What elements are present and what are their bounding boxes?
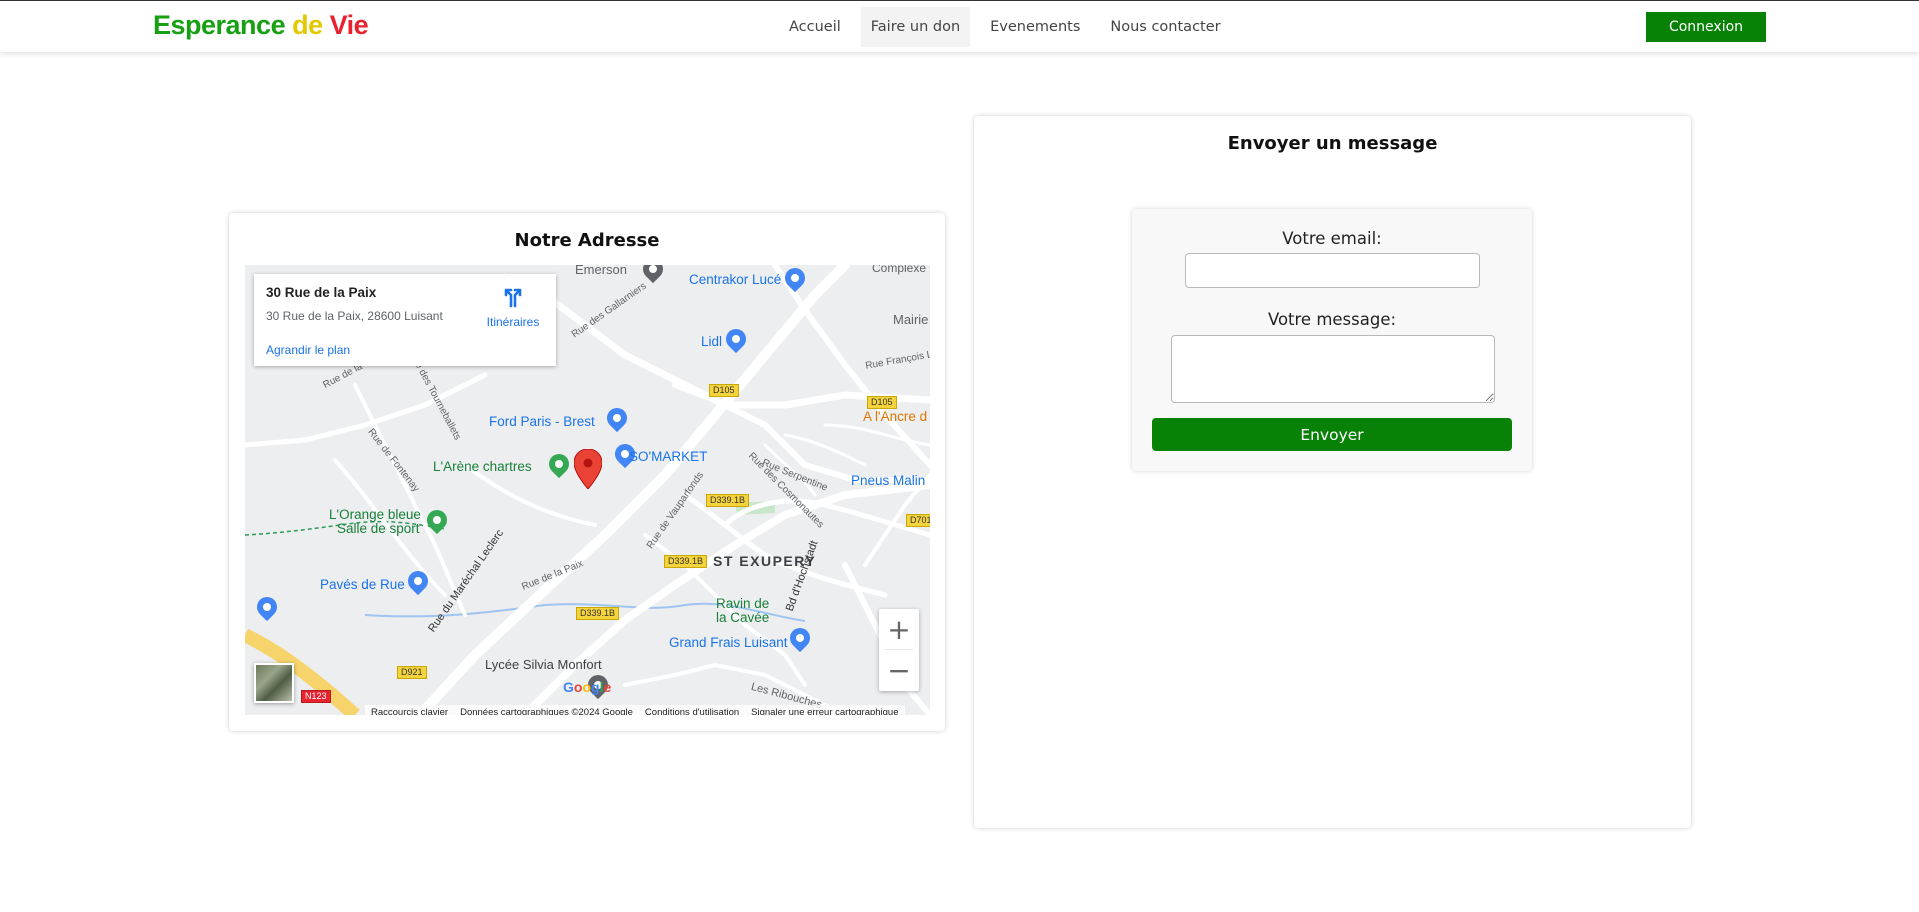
poi-label[interactable]: A l'Ancre d xyxy=(863,409,927,424)
message-textarea[interactable] xyxy=(1171,335,1495,403)
report-error-link[interactable]: Signaler une erreur cartographique xyxy=(745,707,904,716)
message-title: Envoyer un message xyxy=(1227,133,1438,154)
directions-button[interactable]: Itinéraires xyxy=(480,286,546,329)
road-badge: D105 xyxy=(867,396,897,409)
poi-label[interactable]: SO'MARKET xyxy=(629,449,707,464)
poi-label[interactable]: Lidl xyxy=(701,334,722,349)
poi-label[interactable]: la Cavée xyxy=(716,611,769,625)
address-title: Notre Adresse xyxy=(514,230,660,251)
poi-label[interactable]: Ravin de xyxy=(716,597,769,611)
contact-form: Votre email: Votre message: Envoyer xyxy=(1132,209,1532,471)
road-badge: D339.1B xyxy=(706,494,750,507)
email-label: Votre email: xyxy=(1282,229,1382,248)
place-name: 30 Rue de la Paix xyxy=(266,285,377,300)
directions-label: Itinéraires xyxy=(486,315,540,329)
poi-label: Complexe Henri xyxy=(872,265,930,275)
google-logo: Google xyxy=(563,679,612,695)
terms-link[interactable]: Conditions d'utilisation xyxy=(639,707,745,716)
brand-logo[interactable]: Esperance de Vie xyxy=(153,10,369,41)
address-card: Notre Adresse Rue des Gallarniers Rue de… xyxy=(229,213,945,731)
message-label: Votre message: xyxy=(1267,310,1397,329)
brand-part-2: de xyxy=(292,10,323,40)
poi-label[interactable]: Pavés de Rue xyxy=(320,577,405,592)
nav-links: Accueil Faire un don Evenements Nous con… xyxy=(779,7,1231,47)
poi-label: Emerson xyxy=(575,265,628,277)
zoom-in-button[interactable]: + xyxy=(879,609,919,649)
email-field[interactable] xyxy=(1185,253,1480,288)
poi-label[interactable]: Salle de sport xyxy=(337,521,420,536)
road-badge: D339.1B xyxy=(664,555,708,568)
nav-link-accueil[interactable]: Accueil xyxy=(779,7,851,47)
keyboard-shortcuts-link[interactable]: Raccourcis clavier xyxy=(365,707,454,716)
map-info-box: 30 Rue de la Paix 30 Rue de la Paix, 286… xyxy=(254,274,556,366)
directions-icon xyxy=(504,288,522,308)
place-address: 30 Rue de la Paix, 28600 Luisant xyxy=(266,309,443,323)
nav-link-faire-un-don[interactable]: Faire un don xyxy=(860,7,971,47)
road-badge: D921 xyxy=(397,666,427,679)
poi-label[interactable]: Centrakor Lucé xyxy=(689,272,781,287)
district-label: ST EXUPERY xyxy=(713,553,817,569)
navbar: Esperance de Vie Accueil Faire un don Ev… xyxy=(0,0,1919,52)
poi-label[interactable]: L'Orange bleue xyxy=(329,507,421,522)
message-card: Envoyer un message Votre email: Votre me… xyxy=(974,116,1691,828)
road-badge: N123 xyxy=(301,690,331,703)
brand-part-3: Vie xyxy=(329,10,369,40)
satellite-toggle-button[interactable] xyxy=(254,663,294,703)
poi-label[interactable]: Grand Frais Luisant xyxy=(669,635,788,650)
map-data-text: Données cartographiques ©2024 Google xyxy=(460,706,633,716)
road-badge: D701 xyxy=(906,514,930,527)
poi-label[interactable]: Pneus Malin xyxy=(851,473,925,488)
brand-part-1: Esperance xyxy=(153,10,286,40)
poi-label[interactable]: Ford Paris - Brest xyxy=(489,414,595,429)
poi-label: Mairie xyxy=(893,312,929,327)
send-button[interactable]: Envoyer xyxy=(1152,418,1512,451)
map-attribution: Raccourcis clavier Données cartographiqu… xyxy=(365,705,905,715)
nav-link-nous-contacter[interactable]: Nous contacter xyxy=(1100,7,1230,47)
poi-label[interactable]: L'Arène chartres xyxy=(433,459,532,474)
poi-label: Lycée Silvia Monfort xyxy=(485,657,602,672)
zoom-out-button[interactable]: − xyxy=(879,650,919,690)
location-marker-icon[interactable] xyxy=(574,449,602,489)
zoom-control: + − xyxy=(879,609,919,691)
road-badge: D339.1B xyxy=(576,607,620,620)
google-map[interactable]: Rue des Gallarniers Rue de la Taye Rue d… xyxy=(245,265,930,715)
enlarge-map-link[interactable]: Agrandir le plan xyxy=(266,343,350,357)
login-button[interactable]: Connexion xyxy=(1646,12,1766,42)
road-badge: D105 xyxy=(709,384,739,397)
nav-link-evenements[interactable]: Evenements xyxy=(980,7,1090,47)
